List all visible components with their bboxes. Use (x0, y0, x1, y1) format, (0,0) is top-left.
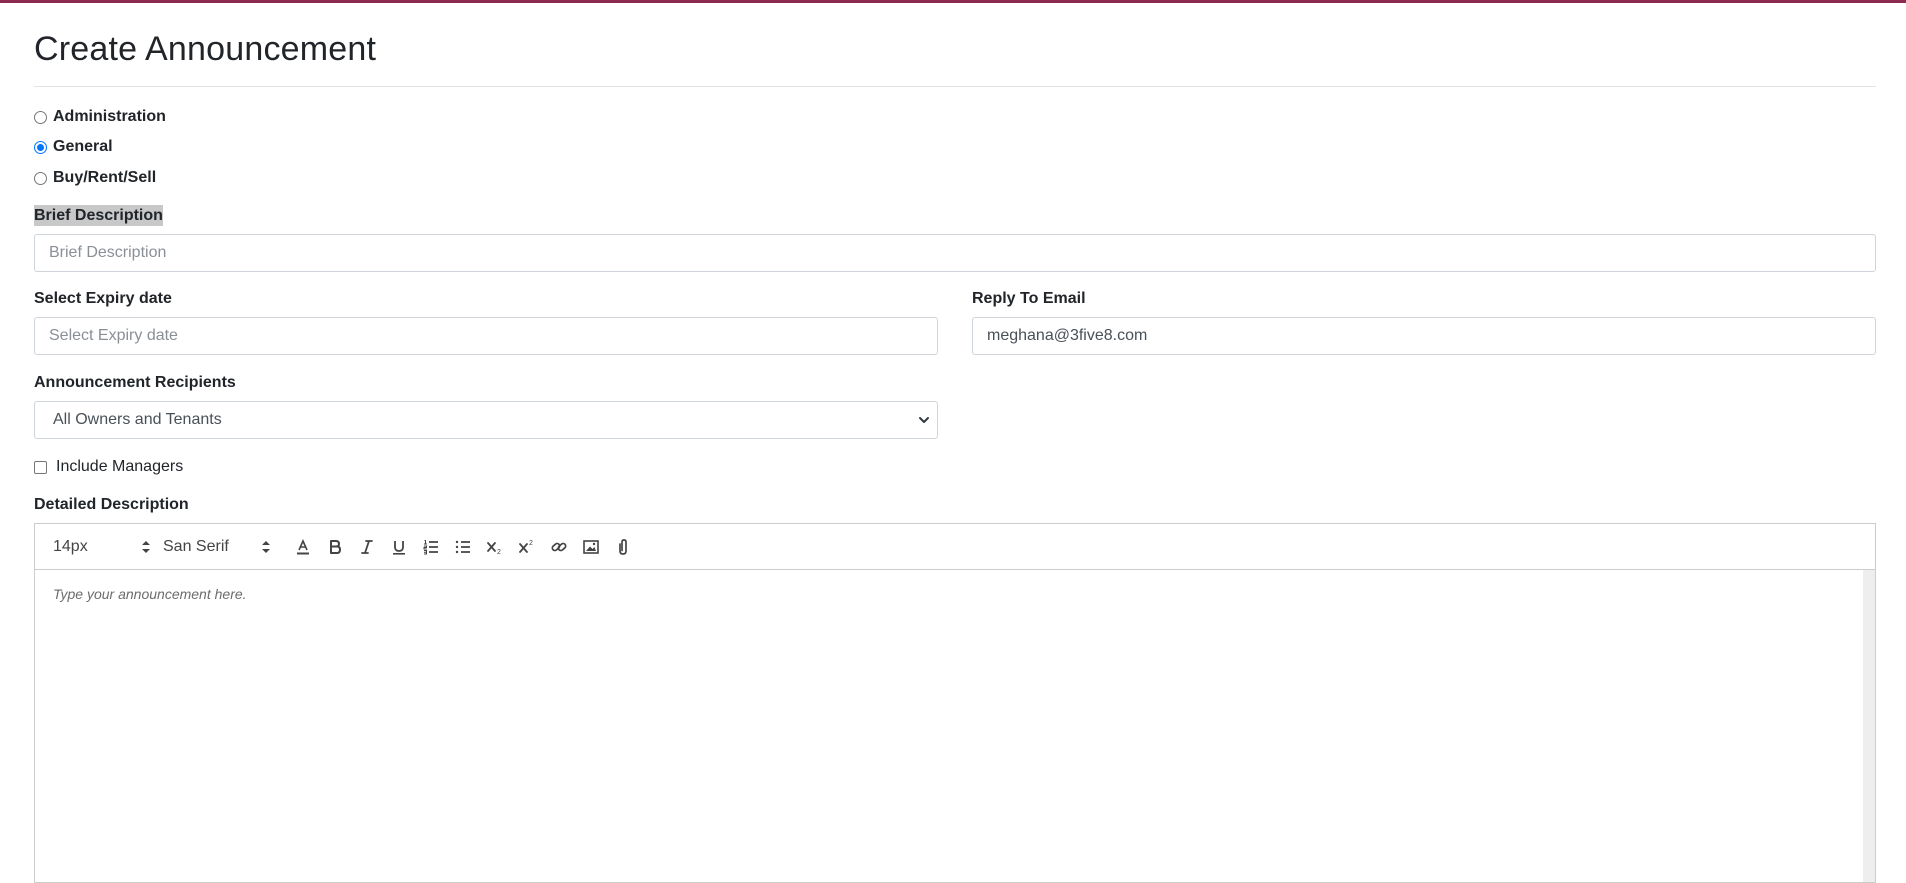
updown-arrows-icon (141, 539, 151, 560)
chevron-down-icon (917, 413, 931, 432)
editor-scrollbar[interactable] (1863, 570, 1875, 882)
bullet-list-icon[interactable] (451, 535, 475, 559)
include-managers-option[interactable]: Include Managers (34, 458, 183, 476)
ordered-list-icon[interactable] (419, 535, 443, 559)
font-family-select[interactable]: San Serif (163, 538, 291, 556)
svg-text:2: 2 (529, 540, 533, 547)
radio-option-general[interactable]: General (34, 136, 113, 158)
recipients-label: Announcement Recipients (34, 374, 236, 391)
title-divider (34, 86, 1876, 87)
editor-toolbar: 14px San Serif 2 2 (35, 524, 1875, 570)
font-size-value: 14px (53, 537, 88, 555)
radio-option-buy-rent-sell[interactable]: Buy/Rent/Sell (34, 167, 156, 189)
radio-label-administration: Administration (53, 108, 166, 125)
brief-description-label: Brief Description (34, 205, 163, 226)
underline-icon[interactable] (387, 535, 411, 559)
recipients-selected-value: All Owners and Tenants (53, 411, 222, 428)
include-managers-label: Include Managers (56, 458, 184, 475)
radio-general[interactable] (34, 140, 47, 154)
expiry-date-label: Select Expiry date (34, 290, 172, 307)
font-size-select[interactable]: 14px (53, 538, 163, 556)
reply-email-label: Reply To Email (972, 290, 1086, 307)
brief-description-label-text: Brief Description (34, 205, 163, 226)
font-family-value: San Serif (163, 537, 229, 555)
top-accent-bar (0, 0, 1906, 3)
radio-buy-rent-sell[interactable] (34, 171, 47, 185)
updown-arrows-icon (261, 539, 271, 560)
bold-icon[interactable] (323, 535, 347, 559)
recipients-select[interactable]: All Owners and Tenants (34, 401, 938, 439)
image-icon[interactable] (579, 535, 603, 559)
reply-email-input[interactable] (972, 317, 1876, 355)
text-color-icon[interactable] (291, 535, 315, 559)
expiry-date-input[interactable] (34, 317, 938, 355)
include-managers-checkbox[interactable] (34, 460, 47, 474)
italic-icon[interactable] (355, 535, 379, 559)
brief-description-input[interactable] (34, 234, 1876, 272)
detailed-description-label: Detailed Description (34, 496, 189, 513)
radio-administration[interactable] (34, 110, 47, 124)
superscript-icon[interactable]: 2 (515, 535, 539, 559)
radio-option-administration[interactable]: Administration (34, 106, 166, 128)
editor-placeholder: Type your announcement here. (53, 586, 247, 602)
subscript-icon[interactable]: 2 (483, 535, 507, 559)
link-icon[interactable] (547, 535, 571, 559)
radio-label-buy-rent-sell: Buy/Rent/Sell (53, 169, 157, 186)
svg-text:2: 2 (497, 549, 501, 556)
page-title: Create Announcement (34, 30, 377, 68)
radio-label-general: General (53, 138, 113, 155)
editor-content-area[interactable]: Type your announcement here. (35, 570, 1875, 882)
rich-text-editor: 14px San Serif 2 2 Type your announcemen… (34, 523, 1876, 883)
attachment-icon[interactable] (611, 535, 635, 559)
